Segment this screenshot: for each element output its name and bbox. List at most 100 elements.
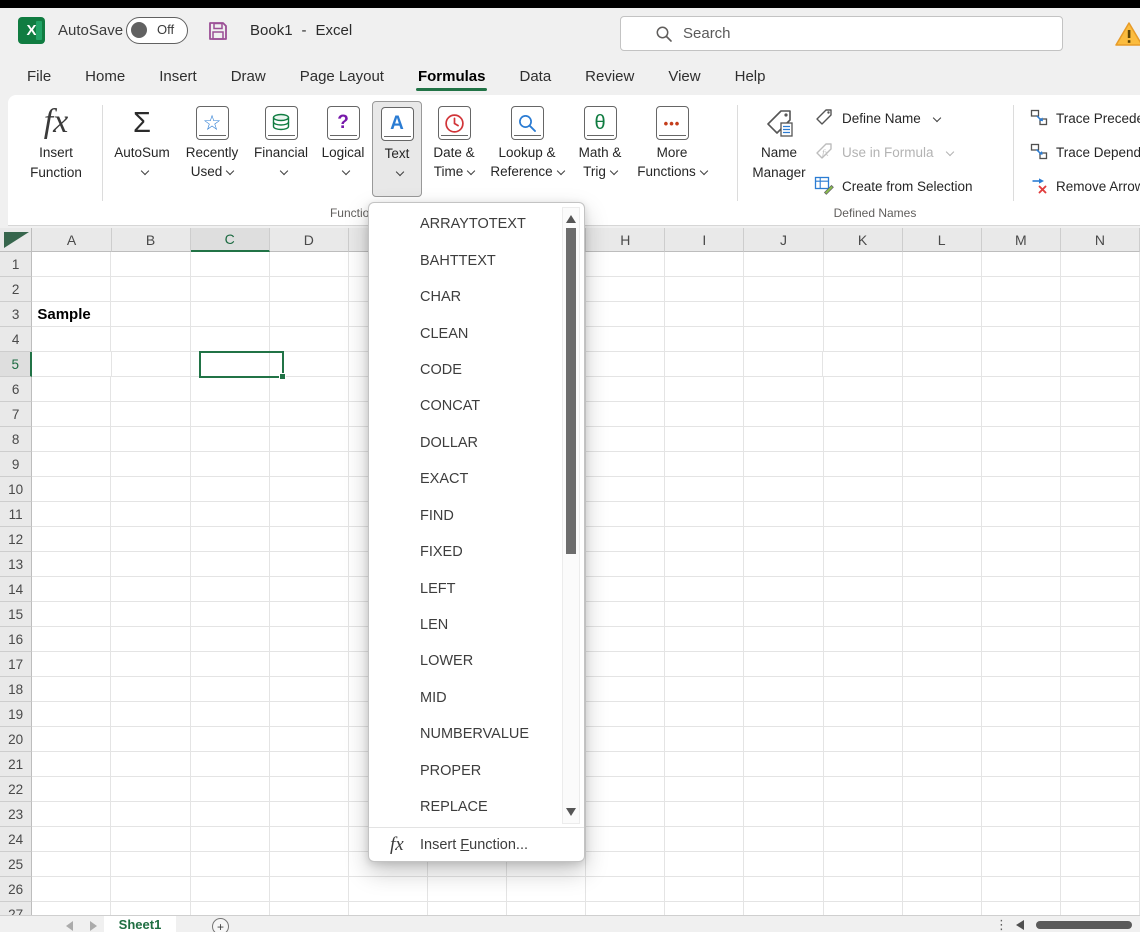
cell-B12[interactable] [111, 527, 190, 552]
cell-N9[interactable] [1061, 452, 1140, 477]
cell-A26[interactable] [32, 877, 111, 902]
cell-E26[interactable] [349, 877, 428, 902]
column-header-I[interactable]: I [665, 228, 744, 252]
cell-I17[interactable] [665, 652, 744, 677]
column-header-K[interactable]: K [824, 228, 903, 252]
cell-L24[interactable] [903, 827, 982, 852]
cell-A8[interactable] [32, 427, 111, 452]
lookup-reference-button[interactable]: Lookup &Reference [486, 101, 568, 197]
cell-J8[interactable] [744, 427, 823, 452]
cell-D3[interactable] [270, 302, 349, 327]
cell-M16[interactable] [982, 627, 1061, 652]
cell-D20[interactable] [270, 727, 349, 752]
cell-A25[interactable] [32, 852, 111, 877]
cell-K12[interactable] [824, 527, 903, 552]
cell-K5[interactable] [823, 352, 902, 377]
cell-I15[interactable] [665, 602, 744, 627]
logical-button[interactable]: ?Logical [314, 101, 372, 197]
cell-C27[interactable] [191, 902, 270, 915]
cell-I23[interactable] [665, 802, 744, 827]
cell-L27[interactable] [903, 902, 982, 915]
cell-B20[interactable] [111, 727, 190, 752]
row-header-24[interactable]: 24 [0, 827, 32, 852]
cell-J2[interactable] [744, 277, 823, 302]
cell-L17[interactable] [903, 652, 982, 677]
cell-I26[interactable] [665, 877, 744, 902]
dropdown-item-char[interactable]: CHAR [369, 279, 558, 315]
column-header-B[interactable]: B [112, 228, 191, 252]
cell-J1[interactable] [744, 252, 823, 277]
scroll-up-icon[interactable] [566, 215, 576, 223]
cell-N8[interactable] [1061, 427, 1140, 452]
excel-logo-icon[interactable]: X [18, 17, 45, 44]
cell-K17[interactable] [824, 652, 903, 677]
row-header-6[interactable]: 6 [0, 377, 32, 402]
cell-I2[interactable] [665, 277, 744, 302]
cell-L25[interactable] [903, 852, 982, 877]
cell-M20[interactable] [982, 727, 1061, 752]
cell-B1[interactable] [111, 252, 190, 277]
tab-view[interactable]: View [665, 64, 703, 95]
cell-B19[interactable] [111, 702, 190, 727]
row-header-2[interactable]: 2 [0, 277, 32, 302]
sheet-nav-right-icon[interactable] [90, 921, 97, 931]
cell-D23[interactable] [270, 802, 349, 827]
cell-B26[interactable] [111, 877, 190, 902]
cell-H22[interactable] [586, 777, 665, 802]
trace-dependents-button[interactable]: Trace Dependents [1030, 135, 1140, 169]
column-header-N[interactable]: N [1061, 228, 1140, 252]
cell-L14[interactable] [903, 577, 982, 602]
tab-home[interactable]: Home [82, 64, 128, 95]
cell-N2[interactable] [1061, 277, 1140, 302]
cell-A6[interactable] [32, 377, 111, 402]
row-header-14[interactable]: 14 [0, 577, 32, 602]
cell-M4[interactable] [982, 327, 1061, 352]
cell-B11[interactable] [111, 502, 190, 527]
cell-D6[interactable] [270, 377, 349, 402]
cell-M19[interactable] [982, 702, 1061, 727]
cell-M5[interactable] [982, 352, 1061, 377]
column-header-C[interactable]: C [191, 228, 270, 252]
cell-M12[interactable] [982, 527, 1061, 552]
cell-H26[interactable] [586, 877, 665, 902]
cell-K23[interactable] [824, 802, 903, 827]
column-header-H[interactable]: H [586, 228, 665, 252]
cell-H19[interactable] [586, 702, 665, 727]
dropdown-item-bahttext[interactable]: BAHTTEXT [369, 242, 558, 278]
cell-N4[interactable] [1061, 327, 1140, 352]
cell-L26[interactable] [903, 877, 982, 902]
cell-B22[interactable] [111, 777, 190, 802]
cell-J5[interactable] [744, 352, 823, 377]
cell-D14[interactable] [270, 577, 349, 602]
cell-H2[interactable] [586, 277, 665, 302]
cell-M23[interactable] [982, 802, 1061, 827]
cell-C10[interactable] [191, 477, 270, 502]
cell-M9[interactable] [982, 452, 1061, 477]
cell-J21[interactable] [744, 752, 823, 777]
trace-precedents-button[interactable]: Trace Precedents [1030, 101, 1140, 135]
row-header-16[interactable]: 16 [0, 627, 32, 652]
cell-H1[interactable] [586, 252, 665, 277]
cell-C24[interactable] [191, 827, 270, 852]
cell-K22[interactable] [824, 777, 903, 802]
cell-B14[interactable] [111, 577, 190, 602]
more-functions-button[interactable]: •••MoreFunctions [632, 101, 712, 197]
cell-J19[interactable] [744, 702, 823, 727]
cell-E27[interactable] [349, 902, 428, 915]
cell-K2[interactable] [824, 277, 903, 302]
dropdown-item-arraytotext[interactable]: ARRAYTOTEXT [369, 206, 558, 242]
cell-I24[interactable] [665, 827, 744, 852]
cell-J15[interactable] [744, 602, 823, 627]
cell-J24[interactable] [744, 827, 823, 852]
cell-L11[interactable] [903, 502, 982, 527]
cell-H23[interactable] [586, 802, 665, 827]
cell-C1[interactable] [191, 252, 270, 277]
cell-H25[interactable] [586, 852, 665, 877]
cell-I7[interactable] [665, 402, 744, 427]
cell-A17[interactable] [32, 652, 111, 677]
cell-M24[interactable] [982, 827, 1061, 852]
scrollbar-thumb[interactable] [566, 228, 576, 554]
cell-J17[interactable] [744, 652, 823, 677]
cell-I11[interactable] [665, 502, 744, 527]
recently-used-button[interactable]: ☆RecentlyUsed [176, 101, 248, 197]
